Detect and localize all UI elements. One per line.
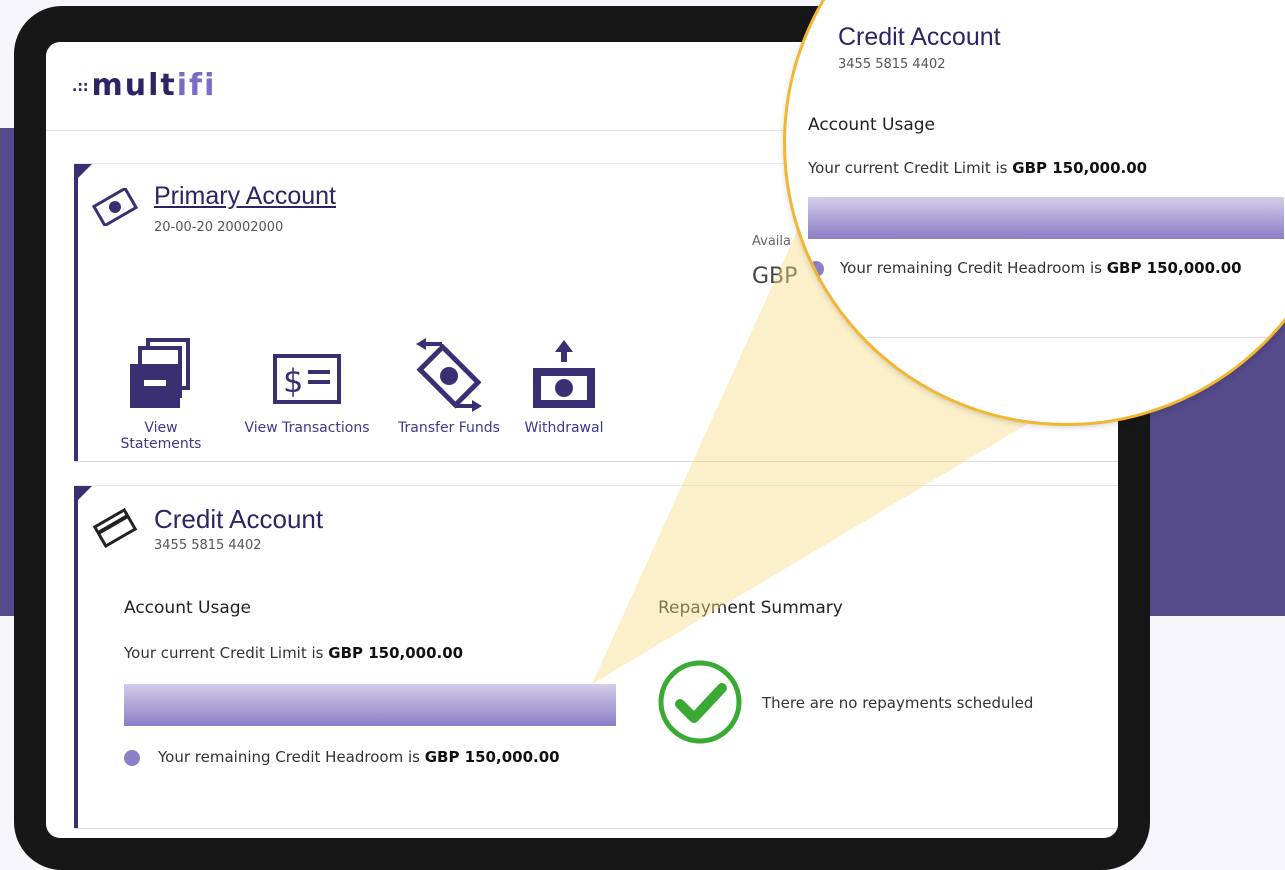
magnifier-partial-heading: nts xyxy=(920,393,955,418)
magnifier-usage-heading: Account Usage xyxy=(808,115,936,135)
zoom-magnifier: Credit Account 3455 5815 4402 Account Us… xyxy=(783,0,1285,426)
magnifier-headroom-text: Your remaining Credit Headroom is GBP 15… xyxy=(840,259,1242,277)
magnifier-divider xyxy=(786,337,1285,338)
magnifier-credit-number: 3455 5815 4402 xyxy=(838,57,946,72)
magnifier-limit-text: Your current Credit Limit is GBP 150,000… xyxy=(808,159,1148,177)
magnifier-usage-bar xyxy=(808,197,1284,239)
magnifier-headroom-dot xyxy=(808,261,824,277)
magnifier-credit-title: Credit Account xyxy=(838,23,1001,51)
